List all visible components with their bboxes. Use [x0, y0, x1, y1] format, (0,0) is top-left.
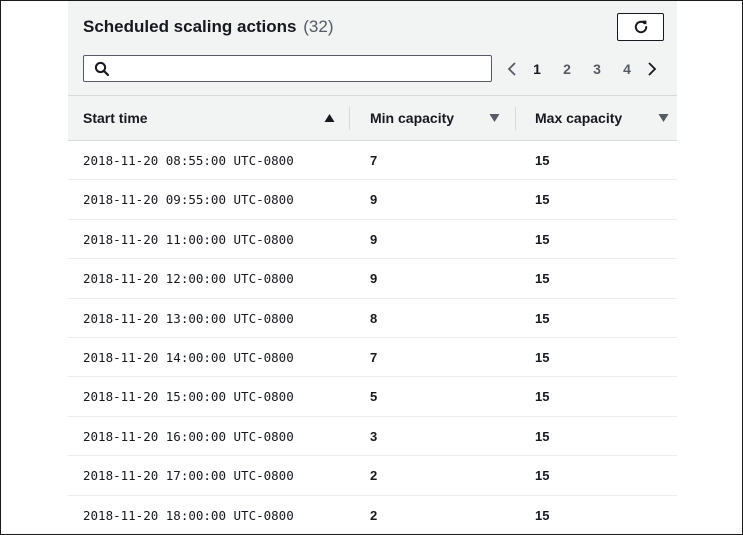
min-capacity-cell: 8 [370, 310, 378, 326]
refresh-button[interactable] [617, 13, 664, 41]
max-capacity-cell: 15 [535, 507, 550, 523]
start-time-cell: 2018-11-20 11:00:00 UTC-0800 [83, 231, 294, 247]
table-row[interactable]: 2018-11-20 17:00:00 UTC-0800 2 15 [68, 456, 677, 496]
table-row[interactable]: 2018-11-20 13:00:00 UTC-0800 8 15 [68, 298, 677, 338]
max-capacity-cell: 15 [535, 389, 550, 405]
max-capacity-cell: 15 [535, 271, 550, 287]
action-count: (32) [303, 17, 334, 36]
max-capacity-cell: 15 [535, 349, 550, 365]
column-header-label: Min capacity [370, 110, 455, 126]
min-capacity-cell: 9 [370, 231, 378, 247]
page-2-button[interactable]: 2 [552, 61, 582, 77]
search-field[interactable] [83, 55, 492, 82]
column-header-max-capacity[interactable]: Max capacity [535, 96, 669, 140]
start-time-cell: 2018-11-20 18:00:00 UTC-0800 [83, 507, 294, 523]
start-time-cell: 2018-11-20 17:00:00 UTC-0800 [83, 468, 294, 484]
start-time-cell: 2018-11-20 13:00:00 UTC-0800 [83, 310, 294, 326]
max-capacity-cell: 15 [535, 310, 550, 326]
search-icon [94, 61, 110, 77]
page-1-button[interactable]: 1 [522, 61, 552, 77]
start-time-cell: 2018-11-20 14:00:00 UTC-0800 [83, 349, 294, 365]
panel-title-text: Scheduled scaling actions [83, 17, 297, 36]
min-capacity-cell: 2 [370, 507, 378, 523]
start-time-cell: 2018-11-20 09:55:00 UTC-0800 [83, 192, 294, 208]
min-capacity-cell: 2 [370, 468, 378, 484]
search-input[interactable] [116, 58, 486, 79]
refresh-icon [634, 20, 647, 34]
caret-down-icon [658, 114, 669, 122]
max-capacity-cell: 15 [535, 468, 550, 484]
column-divider[interactable] [515, 107, 516, 130]
table-body: 2018-11-20 08:55:00 UTC-0800 7 15 2018-1… [68, 141, 677, 534]
chevron-right-icon [648, 62, 657, 76]
scheduled-actions-panel: Scheduled scaling actions (32) 1 2 3 4 S… [68, 1, 677, 534]
table-row[interactable]: 2018-11-20 08:55:00 UTC-0800 7 15 [68, 141, 677, 181]
min-capacity-cell: 7 [370, 349, 378, 365]
min-capacity-cell: 5 [370, 389, 378, 405]
max-capacity-cell: 15 [535, 192, 550, 208]
min-capacity-cell: 9 [370, 271, 378, 287]
column-header-start-time[interactable]: Start time [83, 96, 335, 140]
start-time-cell: 2018-11-20 16:00:00 UTC-0800 [83, 428, 294, 444]
max-capacity-cell: 15 [535, 428, 550, 444]
prev-page-button[interactable] [502, 57, 522, 81]
min-capacity-cell: 9 [370, 192, 378, 208]
page-4-button[interactable]: 4 [612, 61, 642, 77]
table-header: Start time Min capacity Max capacity [68, 95, 677, 141]
table-row[interactable]: 2018-11-20 12:00:00 UTC-0800 9 15 [68, 259, 677, 299]
column-header-min-capacity[interactable]: Min capacity [370, 96, 500, 140]
max-capacity-cell: 15 [535, 231, 550, 247]
next-page-button[interactable] [642, 57, 662, 81]
start-time-cell: 2018-11-20 08:55:00 UTC-0800 [83, 153, 294, 168]
pagination: 1 2 3 4 [502, 57, 662, 81]
panel-title: Scheduled scaling actions (32) [83, 17, 333, 37]
caret-down-icon [489, 114, 500, 122]
start-time-cell: 2018-11-20 15:00:00 UTC-0800 [83, 389, 294, 405]
table-row[interactable]: 2018-11-20 16:00:00 UTC-0800 3 15 [68, 416, 677, 457]
table-row[interactable]: 2018-11-20 09:55:00 UTC-0800 9 15 [68, 180, 677, 220]
screenshot-frame: Scheduled scaling actions (32) 1 2 3 4 S… [0, 0, 743, 535]
table-row[interactable]: 2018-11-20 14:00:00 UTC-0800 7 15 [68, 337, 677, 378]
min-capacity-cell: 3 [370, 428, 378, 444]
column-header-label: Max capacity [535, 110, 623, 126]
table-row[interactable]: 2018-11-20 11:00:00 UTC-0800 9 15 [68, 219, 677, 260]
page-3-button[interactable]: 3 [582, 61, 612, 77]
min-capacity-cell: 7 [370, 153, 378, 168]
max-capacity-cell: 15 [535, 153, 550, 168]
column-header-label: Start time [83, 110, 148, 126]
column-divider[interactable] [349, 107, 350, 130]
chevron-left-icon [507, 62, 516, 76]
start-time-cell: 2018-11-20 12:00:00 UTC-0800 [83, 271, 294, 287]
caret-up-icon [324, 114, 335, 122]
table-row[interactable]: 2018-11-20 18:00:00 UTC-0800 2 15 [68, 495, 677, 534]
table-row[interactable]: 2018-11-20 15:00:00 UTC-0800 5 15 [68, 377, 677, 417]
